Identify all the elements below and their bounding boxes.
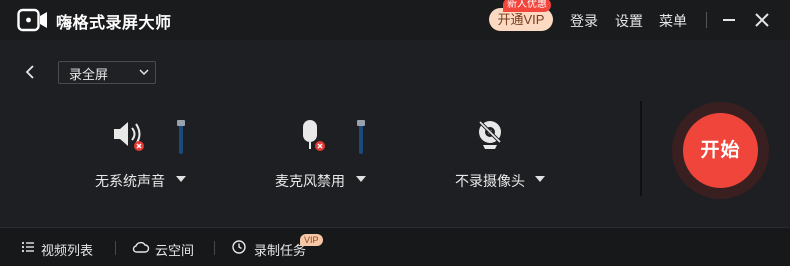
camera-label[interactable]: 不录摄像头 <box>455 171 525 191</box>
microphone-label[interactable]: 麦克风禁用 <box>275 171 345 191</box>
speaker-muted-icon[interactable] <box>110 119 146 153</box>
cloud-icon[interactable] <box>132 240 150 254</box>
mic-volume-slider[interactable] <box>357 120 365 154</box>
minimize-icon[interactable] <box>719 10 739 30</box>
camera-logo-icon <box>17 8 47 32</box>
titlebar-divider <box>706 12 707 28</box>
menu-link[interactable]: 菜单 <box>659 11 687 31</box>
title-bar: 嗨格式录屏大师 开通VIP 新人优惠 登录 设置 菜单 <box>0 0 790 40</box>
settings-link[interactable]: 设置 <box>615 11 643 31</box>
bottombar-separator <box>214 241 215 255</box>
record-mode-select[interactable]: 录全屏 <box>58 61 156 84</box>
clock-icon[interactable] <box>232 240 246 254</box>
cloud-space-link[interactable]: 云空间 <box>155 240 194 259</box>
list-icon[interactable] <box>21 240 35 254</box>
mic-volume-knob[interactable] <box>357 120 365 126</box>
app-title: 嗨格式录屏大师 <box>56 15 172 32</box>
chevron-down-icon <box>139 69 149 76</box>
login-link[interactable]: 登录 <box>570 11 598 31</box>
system-audio-label[interactable]: 无系统声音 <box>95 171 165 191</box>
vip-tag-badge: VIP <box>300 234 323 246</box>
bottombar-separator <box>115 241 116 255</box>
record-mode-value: 录全屏 <box>69 67 109 82</box>
start-record-button[interactable]: 开始 <box>683 113 758 188</box>
video-list-link[interactable]: 视频列表 <box>41 240 93 259</box>
system-audio-dropdown-icon[interactable] <box>176 176 186 182</box>
record-task-link[interactable]: 录制任务 <box>254 240 306 259</box>
new-user-badge: 新人优惠 <box>503 0 551 12</box>
system-volume-knob[interactable] <box>177 120 185 126</box>
system-volume-slider[interactable] <box>177 120 185 154</box>
microphone-dropdown-icon[interactable] <box>356 176 366 182</box>
microphone-muted-icon[interactable] <box>298 118 328 154</box>
bottom-bar: 视频列表 云空间 录制任务 VIP <box>0 227 790 266</box>
camera-dropdown-icon[interactable] <box>535 176 545 182</box>
back-arrow-icon[interactable] <box>22 64 38 80</box>
camera-off-icon[interactable] <box>474 118 506 152</box>
section-divider <box>640 101 642 196</box>
close-icon[interactable] <box>752 10 772 30</box>
